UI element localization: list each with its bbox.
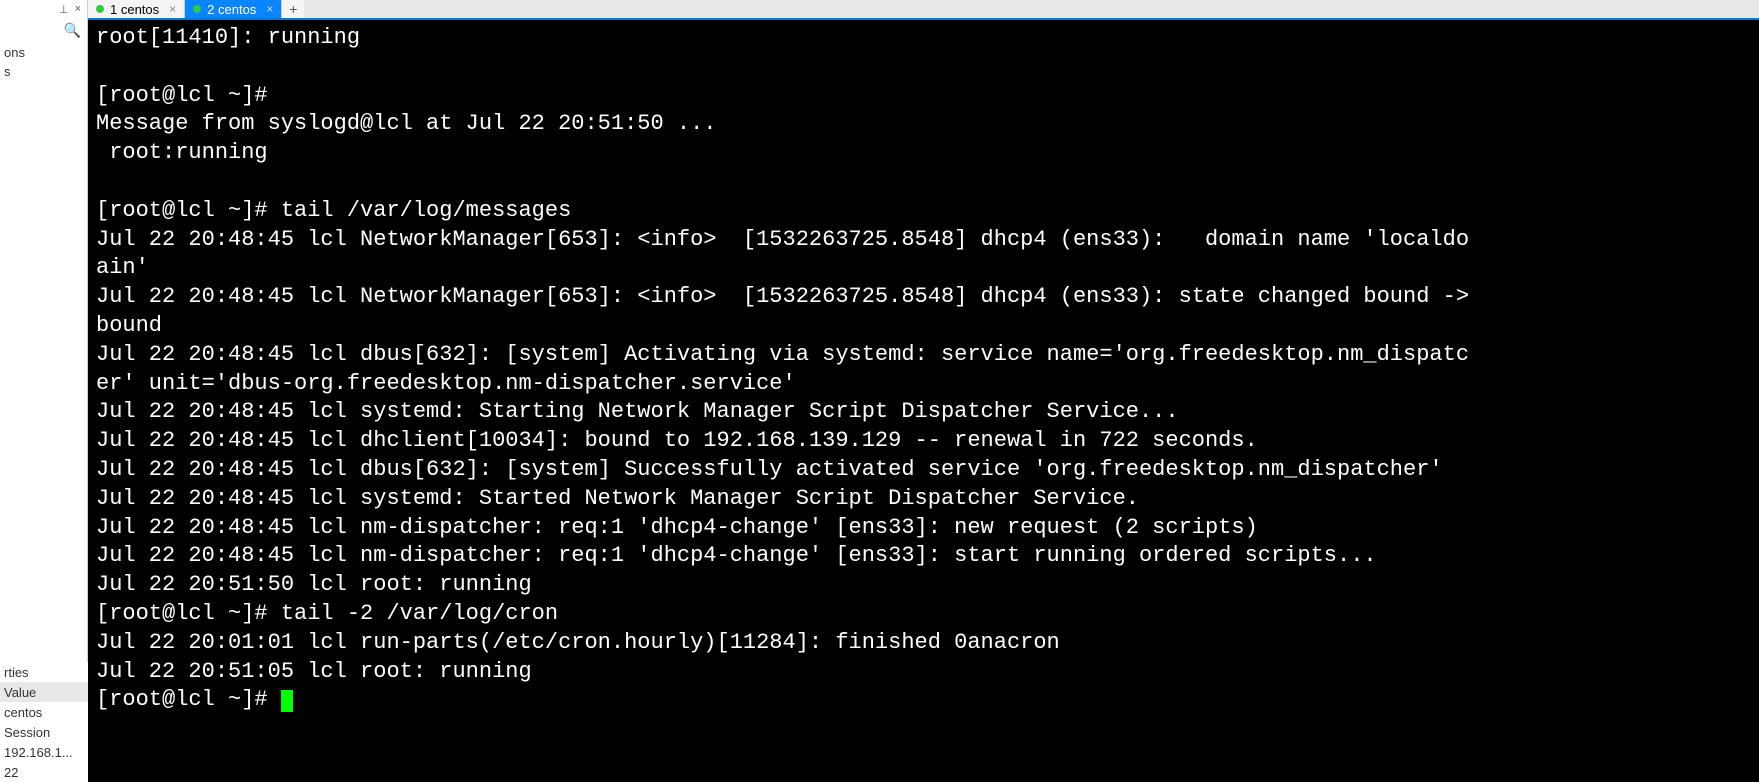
close-panel-icon[interactable]: × bbox=[75, 3, 81, 15]
status-dot-icon bbox=[96, 5, 104, 13]
pin-icon[interactable]: ⊥ bbox=[59, 3, 69, 16]
property-row: 192.168.1... bbox=[0, 742, 88, 762]
session-tab[interactable]: 2 centos × bbox=[185, 0, 282, 18]
tab-label: 1 centos bbox=[110, 2, 159, 17]
terminal-output: root[11410]: running [root@lcl ~]# Messa… bbox=[96, 25, 1469, 684]
terminal-prompt: [root@lcl ~]# bbox=[96, 687, 281, 712]
property-row: Session bbox=[0, 722, 88, 742]
session-tab[interactable]: 1 centos × bbox=[88, 0, 185, 18]
property-row: 22 bbox=[0, 762, 88, 782]
property-row: Value bbox=[0, 682, 88, 702]
add-tab-button[interactable]: + bbox=[282, 0, 304, 18]
panel-controls: ⊥ × bbox=[0, 0, 87, 18]
sidebar-panel: ⊥ × 🔍 onss rtiesValuecentosSession192.16… bbox=[0, 0, 88, 782]
status-dot-icon bbox=[193, 5, 201, 13]
search-icon: 🔍 bbox=[64, 22, 81, 39]
property-row: rties bbox=[0, 662, 88, 682]
sidebar-item[interactable]: s bbox=[0, 62, 87, 81]
tab-bar: 1 centos × 2 centos × + bbox=[88, 0, 1759, 20]
close-tab-icon[interactable]: × bbox=[169, 2, 176, 16]
close-tab-icon[interactable]: × bbox=[266, 2, 273, 16]
property-row: centos bbox=[0, 702, 88, 722]
terminal[interactable]: root[11410]: running [root@lcl ~]# Messa… bbox=[88, 20, 1759, 782]
properties-section: rtiesValuecentosSession192.168.1...22 bbox=[0, 662, 88, 782]
cursor bbox=[281, 690, 293, 712]
sidebar-item[interactable]: ons bbox=[0, 43, 87, 62]
sidebar-search-row[interactable]: 🔍 bbox=[0, 18, 87, 43]
tab-label: 2 centos bbox=[207, 2, 256, 17]
